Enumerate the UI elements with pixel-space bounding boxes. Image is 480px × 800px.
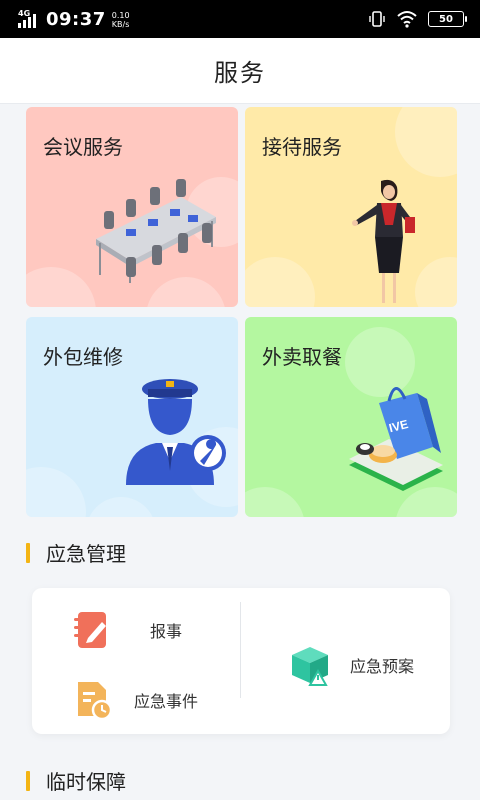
service-card-reception[interactable]: 接待服务	[245, 107, 457, 307]
title-bar: 服务	[0, 38, 480, 104]
section-accent-bar	[26, 770, 30, 791]
section-heading: 应急管理	[46, 542, 126, 566]
wifi-icon	[397, 11, 417, 28]
service-card-repair[interactable]: 外包维修	[26, 317, 238, 517]
service-card-meeting[interactable]: 会议服务	[26, 107, 238, 307]
emergency-item-plan[interactable]: 应急预案	[288, 643, 414, 687]
service-card-label: 外卖取餐	[262, 345, 342, 369]
network-speed: 0.10 KB/s	[112, 11, 130, 29]
emergency-item-label: 应急事件	[134, 692, 199, 711]
report-notebook-icon	[74, 612, 106, 648]
speed-value: 0.10	[111, 10, 130, 20]
battery-level: 50	[439, 13, 453, 25]
emergency-item-report[interactable]: 报事	[70, 608, 182, 652]
section-heading: 临时保障	[46, 770, 126, 794]
service-card-label: 外包维修	[43, 345, 123, 369]
plan-box-icon	[292, 647, 328, 686]
emergency-item-label: 应急预案	[350, 657, 415, 676]
panel-divider	[240, 602, 241, 698]
section-title-support: 临时保障	[26, 766, 126, 795]
status-time: 09:37	[46, 9, 106, 30]
section-accent-bar	[26, 542, 30, 563]
battery-icon: 50	[428, 11, 467, 27]
service-card-takeout[interactable]: 外卖取餐 IVE	[245, 317, 457, 517]
takeout-bag-illustration: IVE	[349, 387, 443, 491]
event-document-icon	[78, 682, 113, 721]
status-bar: 4G 09:37 0.10 KB/s 50	[0, 0, 480, 38]
page-title: 服务	[214, 59, 266, 87]
vibrate-icon	[369, 11, 385, 27]
meeting-room-illustration	[96, 179, 216, 283]
speed-unit: KB/s	[111, 19, 130, 29]
emergency-panel: 报事 应急事件 应急预案	[32, 588, 450, 734]
service-card-label: 接待服务	[262, 135, 342, 159]
reception-illustration	[352, 179, 415, 303]
section-title-emergency: 应急管理	[26, 538, 126, 567]
service-card-label: 会议服务	[43, 135, 123, 159]
signal-icon: 4G	[18, 9, 40, 29]
emergency-item-event[interactable]: 应急事件	[72, 678, 198, 722]
emergency-item-label: 报事	[150, 622, 183, 641]
repair-worker-illustration	[126, 379, 226, 485]
